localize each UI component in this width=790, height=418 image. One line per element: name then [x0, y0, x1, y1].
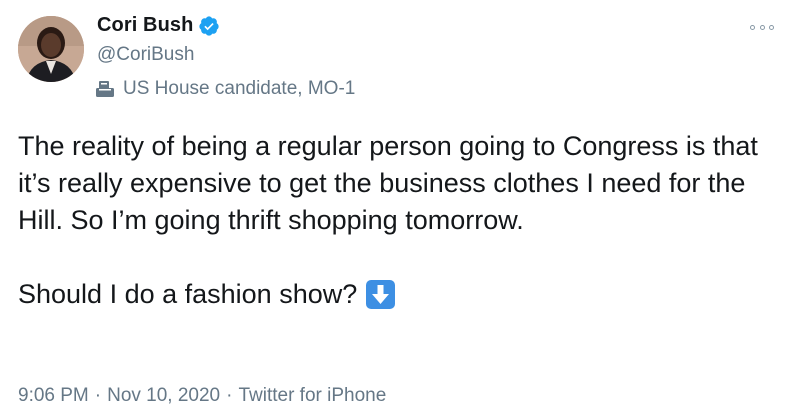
account-label-text: US House candidate, MO-1 [123, 78, 356, 99]
down-arrow-icon [365, 279, 396, 310]
more-options-icon[interactable] [750, 20, 774, 34]
display-name[interactable]: Cori Bush [97, 14, 193, 37]
tweet-paragraph-2-row: Should I do a fashion show? [18, 276, 778, 313]
user-handle[interactable]: @CoriBush [97, 44, 194, 66]
tweet-meta: 9:06 PM · Nov 10, 2020 · Twitter for iPh… [18, 385, 386, 407]
avatar[interactable] [18, 16, 84, 82]
tweet-time-link[interactable]: 9:06 PM [18, 385, 89, 407]
account-label: US House candidate, MO-1 [95, 78, 355, 100]
meta-separator: · [226, 385, 233, 406]
ballot-box-icon [95, 79, 115, 99]
tweet-paragraph-2: Should I do a fashion show? [18, 279, 358, 309]
tweet-paragraph-1: The reality of being a regular person go… [18, 131, 758, 235]
tweet-source-link[interactable]: Twitter for iPhone [238, 385, 386, 407]
tweet-date-link[interactable]: Nov 10, 2020 [107, 385, 220, 407]
verified-badge-icon [198, 15, 220, 37]
tweet-card: Cori Bush @CoriBush US House candidate, … [0, 0, 790, 418]
meta-separator: · [94, 385, 102, 406]
name-row: Cori Bush [97, 14, 220, 37]
tweet-text: The reality of being a regular person go… [18, 128, 778, 313]
